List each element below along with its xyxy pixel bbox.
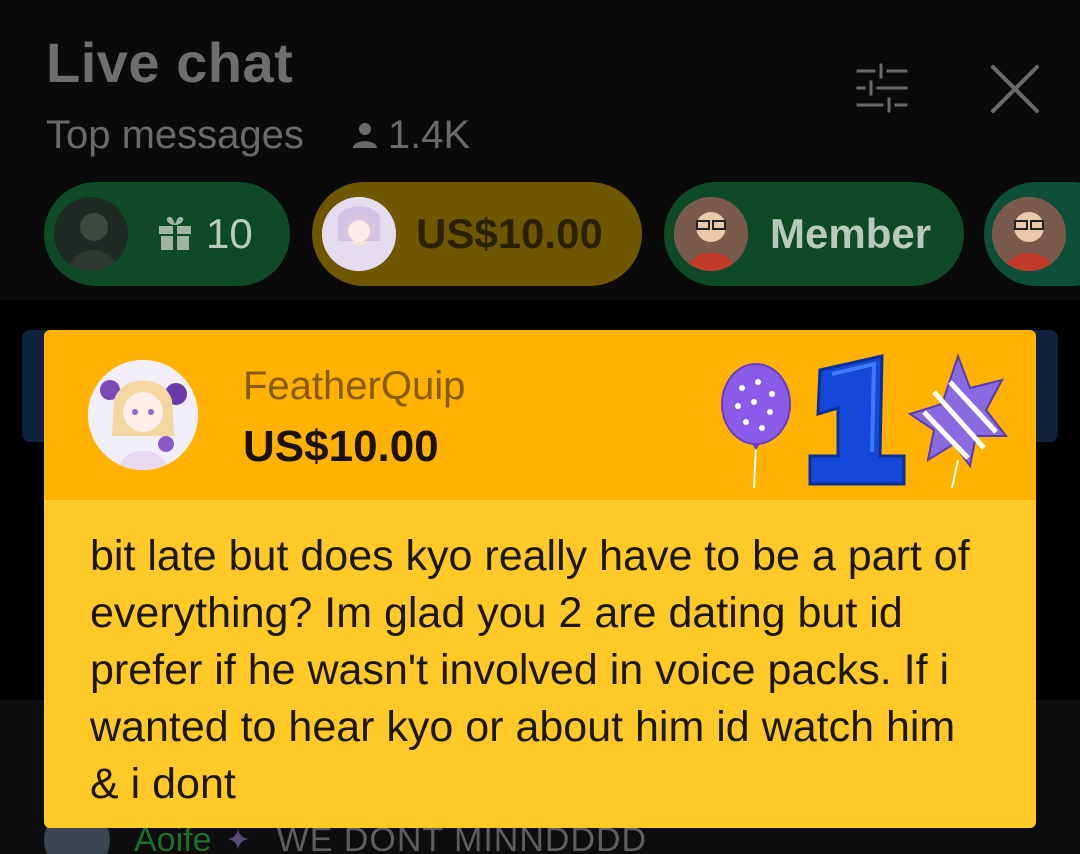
superchat-card[interactable]: FeatherQuip US$10.00 bit late but does k… — [44, 330, 1036, 828]
viewer-count-value: 1.4K — [387, 112, 471, 157]
avatar — [322, 197, 396, 271]
gift-count: 10 — [206, 210, 253, 257]
balloons-number-one-sticker — [721, 353, 1009, 489]
close-icon — [991, 65, 1039, 113]
member-label: Member — [770, 210, 932, 257]
ticker-chip-superchat[interactable]: US$10.00 — [312, 182, 642, 286]
superchat-header: FeatherQuip US$10.00 — [44, 330, 1036, 500]
ticker-chip-member[interactable]: Member — [664, 182, 964, 286]
gift-icon — [159, 216, 191, 250]
superchat-author[interactable]: FeatherQuip — [243, 364, 465, 409]
avatar — [88, 360, 198, 470]
avatar — [992, 197, 1066, 271]
avatar — [54, 197, 128, 271]
superchat-amount: US$10.00 — [243, 422, 439, 471]
ticker-bar: 10 US$10.00 Member — [0, 180, 1080, 290]
person-icon — [352, 123, 377, 148]
filter-button[interactable] — [852, 60, 912, 116]
viewer-count: 1.4K — [350, 113, 470, 158]
close-button[interactable] — [984, 58, 1046, 120]
avatar — [674, 197, 748, 271]
chat-mode-selector[interactable]: Top messages — [46, 113, 304, 158]
chat-mode-row[interactable]: Top messages 1.4K — [46, 110, 470, 160]
sliders-icon — [856, 63, 908, 113]
superchat-amount: US$10.00 — [416, 210, 603, 257]
superchat-body: bit late but does kyo really have to be … — [44, 500, 1036, 828]
ticker-chip-gift[interactable]: 10 — [44, 182, 290, 286]
superchat-message: bit late but does kyo really have to be … — [90, 532, 970, 808]
ticker-chip-partial[interactable] — [984, 182, 1080, 286]
live-chat-title: Live chat — [46, 31, 294, 94]
